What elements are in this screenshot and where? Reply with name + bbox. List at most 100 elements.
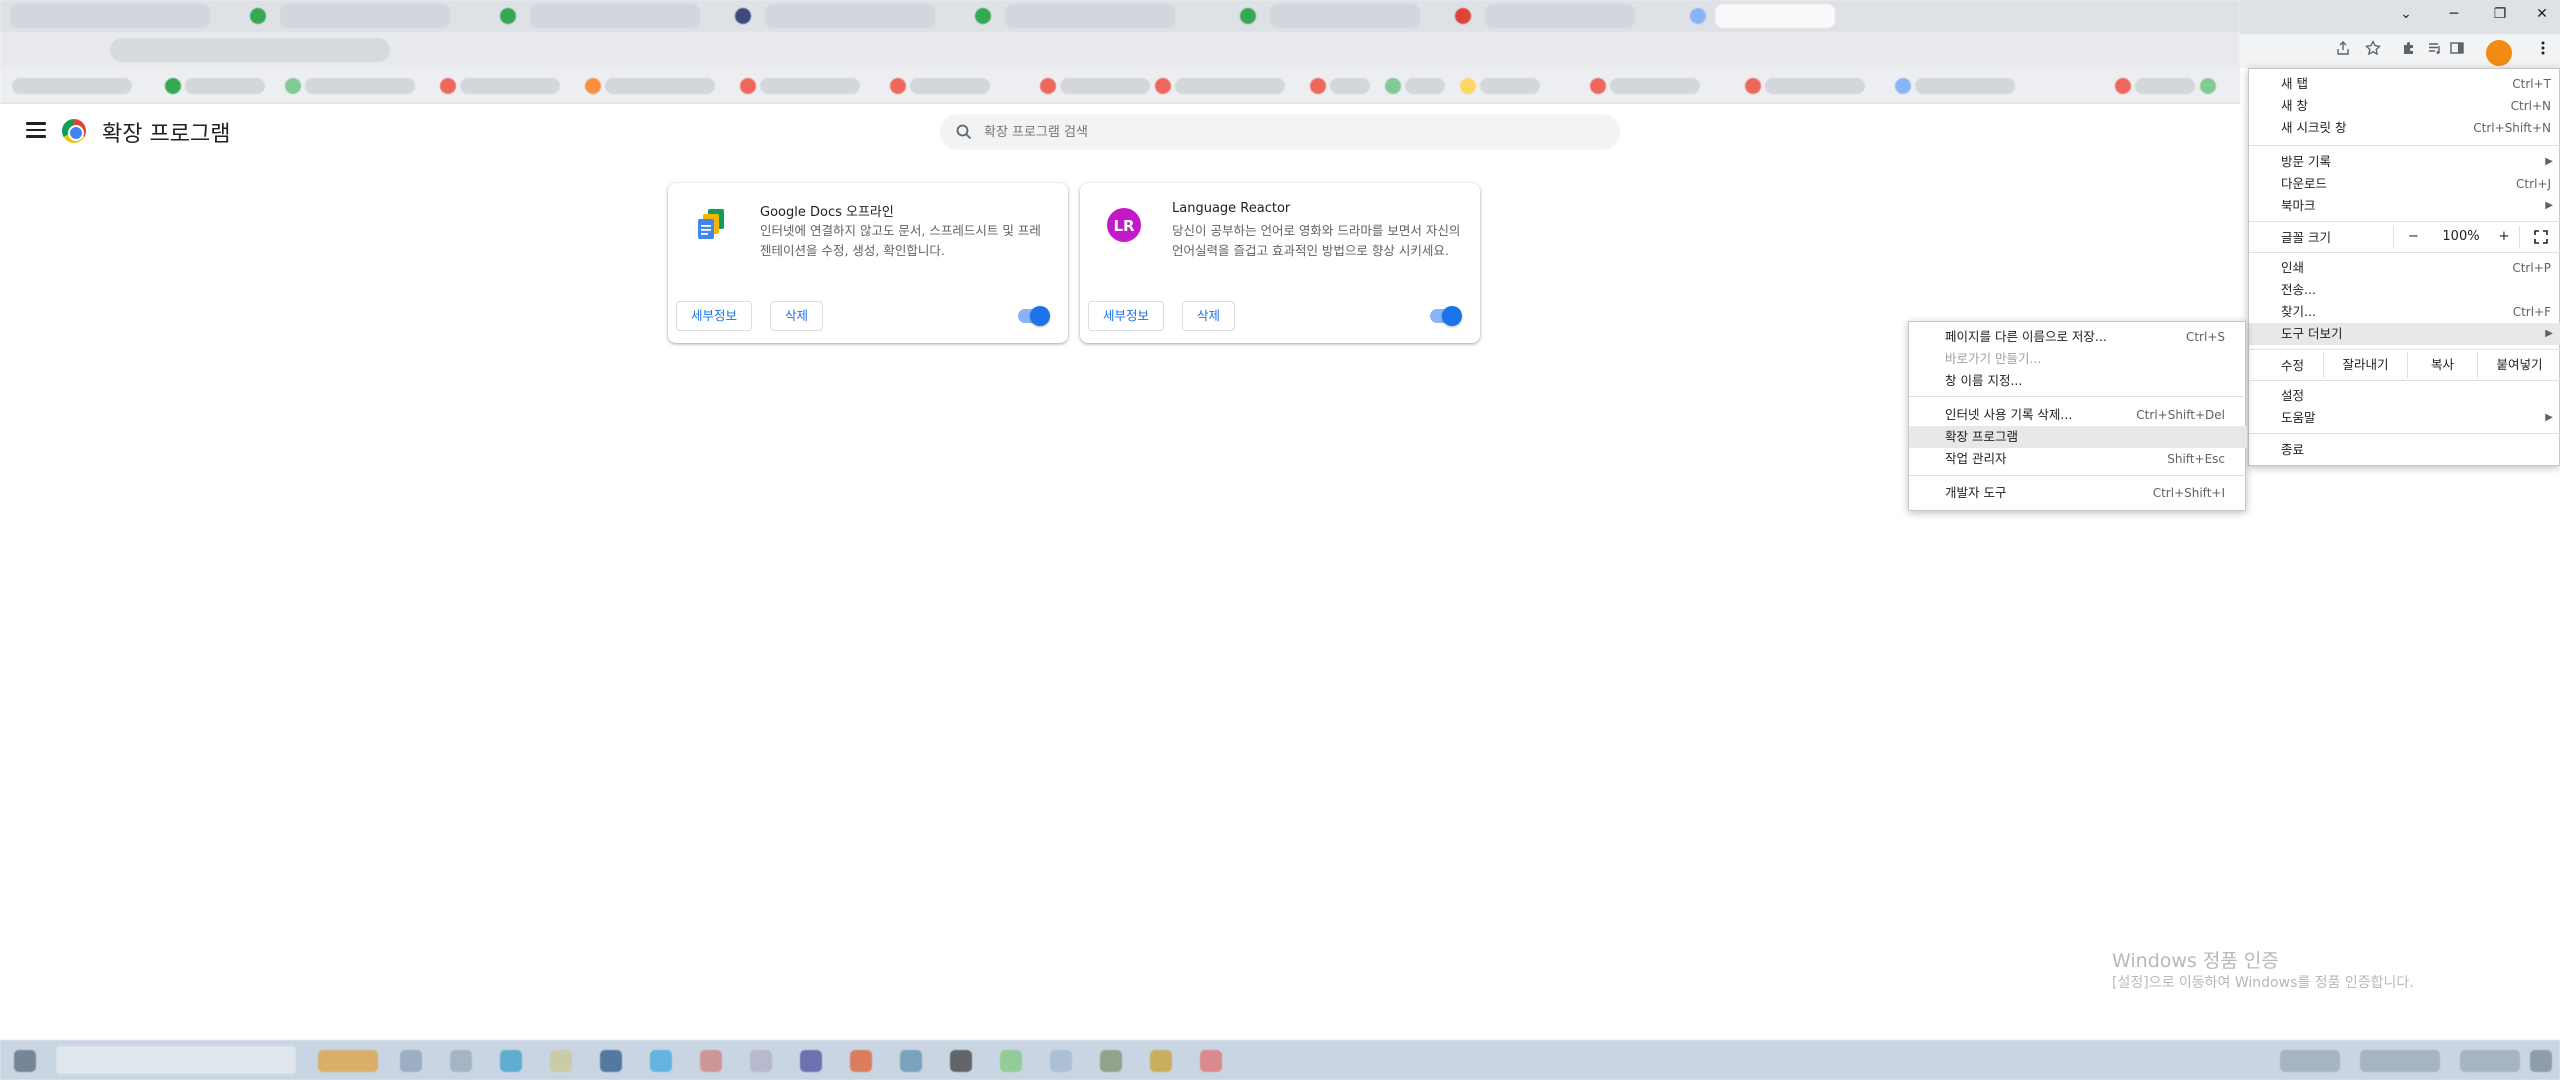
taskbar-widget-icon[interactable] [318,1050,378,1072]
tab-blurred[interactable] [765,4,935,28]
bookmark-item[interactable] [185,78,265,94]
taskbar-app-icon[interactable] [600,1050,622,1072]
taskbar-app-icon[interactable] [550,1050,572,1072]
bookmark-item[interactable] [605,78,715,94]
menu-item-new-incognito[interactable]: 새 시크릿 창 Ctrl+Shift+N [2249,117,2560,139]
extension-search-box[interactable] [940,114,1620,150]
media-icon[interactable] [2424,40,2446,62]
star-icon[interactable] [2362,39,2384,62]
taskbar-app-icon[interactable] [650,1050,672,1072]
taskbar-app-icon[interactable] [900,1050,922,1072]
tab-blurred[interactable] [10,4,210,28]
bookmark-item[interactable] [1175,78,1285,94]
remove-button[interactable]: 삭제 [1182,301,1236,331]
search-input[interactable] [984,114,1584,150]
remove-button[interactable]: 삭제 [770,301,824,331]
tab-blurred[interactable] [530,4,700,28]
taskbar-app-icon[interactable] [750,1050,772,1072]
menu-item-dev-tools[interactable]: 개발자 도구 Ctrl+Shift+I [1909,482,2247,504]
share-icon[interactable] [2332,40,2354,62]
bookmark-item[interactable] [1765,78,1865,94]
fullscreen-icon[interactable] [2519,226,2560,248]
extension-enable-toggle[interactable] [1018,306,1050,326]
tab-blurred[interactable] [1270,4,1420,28]
taskbar-app-icon[interactable] [450,1050,472,1072]
details-button[interactable]: 세부정보 [1088,301,1165,331]
taskbar-app-icon[interactable] [850,1050,872,1072]
taskbar-app-icon[interactable] [950,1050,972,1072]
taskbar-search-box[interactable] [56,1046,296,1074]
details-button[interactable]: 세부정보 [676,301,753,331]
system-tray-icon[interactable] [2360,1050,2440,1072]
bookmark-item[interactable] [1330,78,1370,94]
menu-item-clear-data[interactable]: 인터넷 사용 기록 삭제... Ctrl+Shift+Del [1909,404,2247,426]
menu-item-find[interactable]: 찾기... Ctrl+F [2249,301,2560,323]
bookmark-item[interactable] [305,78,415,94]
notification-icon[interactable] [2530,1050,2552,1072]
menu-item-save-page[interactable]: 페이지를 다른 이름으로 저장... Ctrl+S [1909,326,2247,348]
tab-blurred[interactable] [1485,4,1635,28]
taskbar-app-icon[interactable] [800,1050,822,1072]
tab-favicon-icon [250,8,266,24]
menu-item-print[interactable]: 인쇄 Ctrl+P [2249,257,2560,279]
profile-avatar[interactable] [2486,40,2512,66]
bookmark-item[interactable] [2135,78,2195,94]
kebab-menu-icon[interactable] [2532,40,2554,62]
zoom-out-button[interactable]: − [2393,226,2433,248]
menu-item-more-tools[interactable]: 도구 더보기 ▶ [2249,323,2560,345]
menu-item-downloads[interactable]: 다운로드 Ctrl+J [2249,173,2560,195]
menu-item-exit[interactable]: 종료 [2249,439,2560,461]
tab-strip [0,0,2240,32]
bookmark-item[interactable] [1610,78,1700,94]
taskbar-app-icon[interactable] [1200,1050,1222,1072]
start-icon[interactable] [14,1050,36,1072]
bookmark-item[interactable] [1480,78,1540,94]
taskbar-app-icon[interactable] [1050,1050,1072,1072]
tab-active[interactable] [1715,4,1835,28]
tab-blurred[interactable] [1005,4,1175,28]
menu-shortcut: Ctrl+J [2516,177,2551,191]
address-bar[interactable] [110,38,390,62]
submenu-arrow-icon: ▶ [2545,200,2553,211]
taskbar-app-icon[interactable] [500,1050,522,1072]
taskbar-app-icon[interactable] [700,1050,722,1072]
extension-enable-toggle[interactable] [1430,306,1462,326]
bookmark-item[interactable] [760,78,860,94]
menu-item-bookmarks[interactable]: 북마크 ▶ [2249,195,2560,217]
restore-button[interactable]: ❐ [2480,2,2520,26]
menu-item-extensions[interactable]: 확장 프로그램 [1909,426,2247,448]
bookmark-item[interactable] [1915,78,2015,94]
taskbar-app-icon[interactable] [1000,1050,1022,1072]
cut-button[interactable]: 잘라내기 [2323,352,2407,378]
menu-item-help[interactable]: 도움말 ▶ [2249,407,2560,429]
copy-button[interactable]: 복사 [2407,352,2477,378]
menu-shortcut: Ctrl+T [2512,77,2551,91]
menu-item-task-manager[interactable]: 작업 관리자 Shift+Esc [1909,448,2247,470]
bookmark-item[interactable] [1405,78,1445,94]
clock-icon[interactable] [2460,1050,2520,1072]
menu-item-new-tab[interactable]: 새 탭 Ctrl+T [2249,73,2560,95]
sidepanel-icon[interactable] [2446,40,2468,62]
taskbar-app-icon[interactable] [1150,1050,1172,1072]
bookmark-item[interactable] [1060,78,1150,94]
puzzle-icon[interactable] [2398,40,2420,62]
paste-button[interactable]: 붙여넣기 [2477,352,2560,378]
menu-item-cast[interactable]: 전송... [2249,279,2560,301]
system-tray-icon[interactable] [2280,1050,2340,1072]
hamburger-menu-icon[interactable] [26,122,46,138]
menu-item-history[interactable]: 방문 기록 ▶ [2249,151,2560,173]
tab-blurred[interactable] [280,4,450,28]
close-button[interactable]: ✕ [2522,2,2560,26]
menu-item-settings[interactable]: 설정 [2249,385,2560,407]
bookmark-item[interactable] [460,78,560,94]
bookmark-item[interactable] [910,78,990,94]
menu-item-new-window[interactable]: 새 창 Ctrl+N [2249,95,2560,117]
tab-search-chevron-icon[interactable]: ⌄ [2386,2,2426,26]
zoom-in-button[interactable]: + [2489,226,2519,248]
minimize-button[interactable]: ─ [2434,2,2474,26]
bookmark-item[interactable] [12,78,132,94]
menu-item-label: 인터넷 사용 기록 삭제... [1945,407,2073,422]
taskbar-app-icon[interactable] [400,1050,422,1072]
menu-item-name-window[interactable]: 창 이름 지정... [1909,370,2247,392]
taskbar-app-icon[interactable] [1100,1050,1122,1072]
